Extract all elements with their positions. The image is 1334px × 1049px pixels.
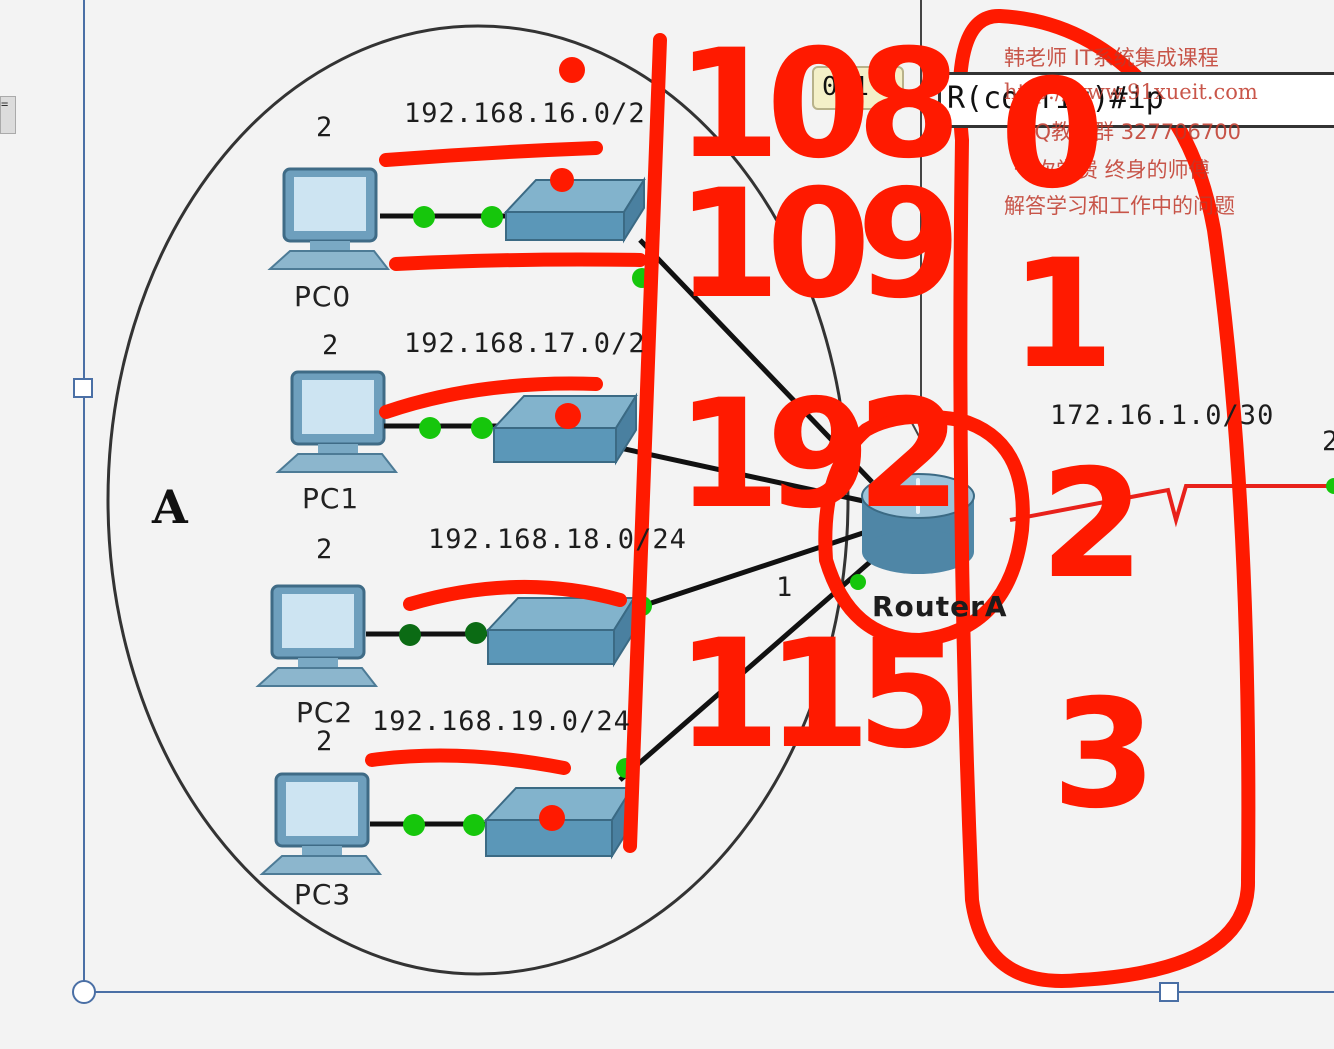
pc3-label[interactable]: PC3 [294, 878, 351, 911]
pc0-label[interactable]: PC0 [294, 280, 351, 313]
handwritten-number-1: 109 [676, 158, 961, 332]
pc3-device[interactable] [259, 772, 383, 875]
pc0-device[interactable] [267, 167, 391, 270]
handwritten-subnet-2: 2 [1040, 438, 1146, 612]
router-port-label: 1 [776, 572, 794, 603]
pc3-count: 2 [316, 726, 334, 757]
handwritten-subnet-0: 0 [1000, 48, 1106, 222]
handwritten-number-3: 115 [676, 608, 961, 782]
router-port-dot [850, 574, 866, 590]
handwritten-subnet-3: 3 [1052, 668, 1158, 842]
pc0-link-dot [413, 206, 435, 228]
pc0-count: 2 [316, 112, 334, 143]
area-label: A [152, 480, 188, 534]
wan-network-label: 172.16.1.0/30 [1050, 400, 1275, 431]
pc0-link-dot [481, 206, 503, 228]
pc1-link-dot [419, 417, 441, 439]
pc1-count: 2 [322, 330, 340, 361]
pc2-count: 2 [316, 534, 334, 565]
switch2-device[interactable] [485, 594, 636, 668]
resize-handle-left[interactable] [73, 378, 93, 398]
pc3-link-dot [463, 814, 485, 836]
handwritten-number-2: 192 [676, 368, 961, 542]
pc3-link-dot [403, 814, 425, 836]
network-label-2: 192.168.18.0/24 [428, 524, 687, 555]
pc2-device[interactable] [255, 584, 379, 687]
pc2-link-dot [399, 624, 421, 646]
network-label-1: 192.168.17.0/2 [404, 328, 646, 359]
side-tab[interactable]: = [0, 96, 16, 134]
resize-handle-bottom[interactable] [1159, 982, 1179, 1002]
pc1-link-dot [471, 417, 493, 439]
resize-handle-corner[interactable] [72, 980, 96, 1004]
pc2-label[interactable]: PC2 [296, 696, 353, 729]
pc1-label[interactable]: PC1 [302, 482, 359, 515]
wan-link-endpoint-dot [1326, 478, 1334, 494]
handwritten-subnet-1: 1 [1010, 228, 1116, 402]
pc1-device[interactable] [275, 370, 399, 473]
switch0-device[interactable] [503, 176, 646, 244]
pc2-link-dot [465, 622, 487, 644]
network-label-3: 192.168.19.0/24 [372, 706, 631, 737]
network-label-0: 192.168.16.0/2 [404, 98, 646, 129]
right-edge-digit: 2 [1322, 426, 1334, 457]
